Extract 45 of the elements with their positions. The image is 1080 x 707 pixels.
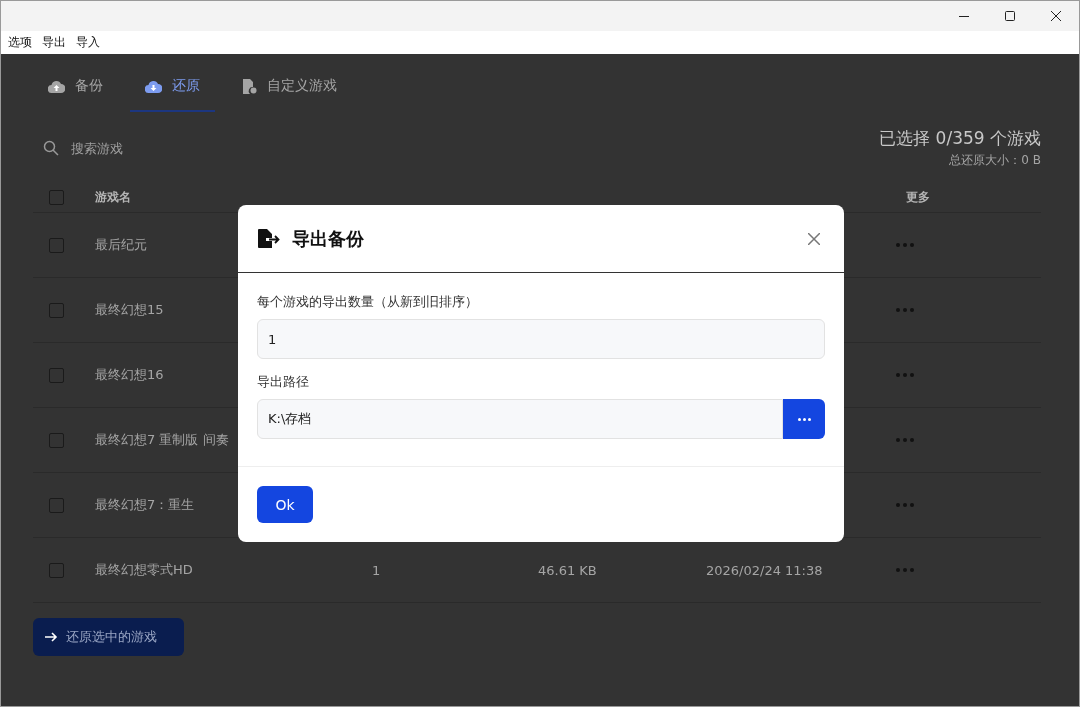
row-checkbox[interactable] (49, 497, 64, 513)
minimize-icon (959, 15, 969, 17)
restore-button[interactable]: 还原选中的游戏 (33, 618, 184, 656)
row-checkbox[interactable] (49, 432, 64, 448)
close-icon (808, 232, 820, 245)
tab[interactable]: 自定义游戏 (227, 54, 352, 112)
tab[interactable]: 备份 (33, 54, 118, 112)
menu-item[interactable]: 导出 (42, 34, 66, 51)
browse-button[interactable] (783, 399, 825, 439)
selection-count: 已选择 0/359 个游戏 (879, 127, 1041, 150)
dialog-title: 导出备份 (292, 226, 365, 251)
game-name: 最终幻想零式HD (95, 561, 193, 579)
search-field[interactable]: 搜索游戏 (69, 139, 483, 157)
game-name: 最终幻想15 (95, 301, 164, 319)
total-size: 总还原大小：0 B (949, 152, 1041, 169)
column-header: 游戏名 (95, 189, 131, 206)
cloud-icon (48, 79, 65, 93)
arrow-icon (45, 632, 58, 642)
select-all-checkbox[interactable] (49, 190, 64, 205)
table-cell: 46.61 KB (538, 562, 597, 578)
row-checkbox[interactable] (49, 562, 64, 578)
file-icon (242, 78, 257, 94)
cloud-icon (145, 79, 162, 93)
input-field[interactable]: K:\存档 (257, 399, 783, 439)
menu-item[interactable]: 选项 (8, 34, 32, 51)
file-export-icon (258, 228, 280, 249)
game-name: 最终幻想7：重生 (95, 496, 195, 514)
row-checkbox[interactable] (49, 302, 64, 318)
maximize-icon (1005, 11, 1015, 21)
field-label: 导出路径 (257, 373, 310, 391)
menu-item[interactable]: 导入 (76, 34, 100, 51)
game-name: 最终幻想16 (95, 366, 164, 384)
ok-button[interactable]: Ok (257, 486, 313, 523)
row-checkbox[interactable] (49, 237, 64, 253)
game-name: 最终幻想7 重制版 间奏 (95, 431, 229, 449)
field-label: 每个游戏的导出数量（从新到旧排序） (257, 293, 479, 311)
close-icon (1051, 11, 1061, 21)
game-name: 最后纪元 (95, 236, 147, 254)
column-header: 更多 (906, 189, 930, 206)
table-cell: 2026/02/24 11:38 (706, 562, 823, 578)
table-cell: 1 (372, 562, 381, 578)
tab[interactable]: 还原 (130, 54, 215, 112)
input-field[interactable]: 1 (257, 319, 825, 359)
row-checkbox[interactable] (49, 367, 64, 383)
search-icon (43, 140, 59, 156)
